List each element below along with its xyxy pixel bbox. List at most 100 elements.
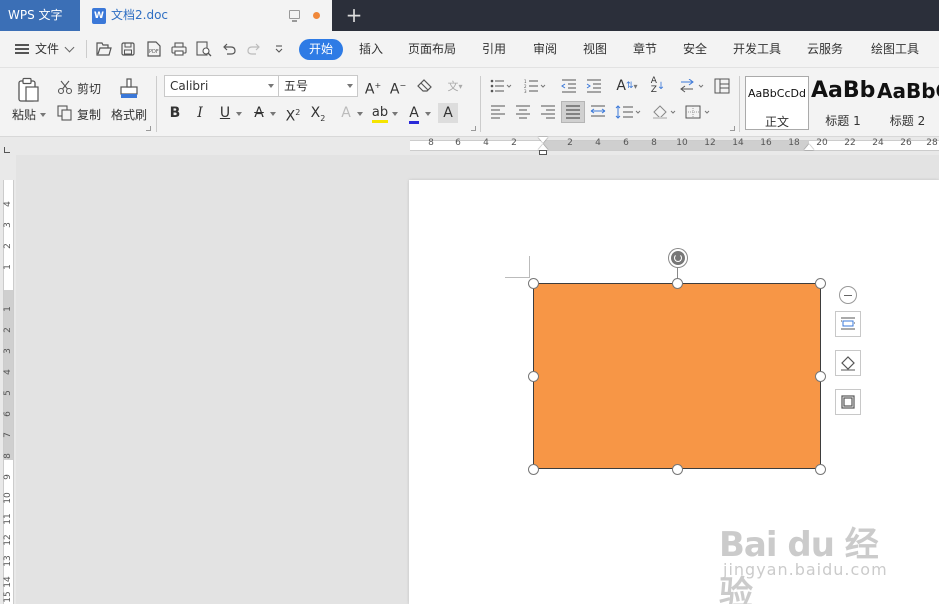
sort-icon[interactable]: A Z ↓ [650,77,666,95]
strikethrough-icon[interactable]: A [249,103,269,123]
text-effect-dropdown-icon[interactable] [357,112,363,116]
clipboard-dialog-launcher-icon[interactable] [146,126,151,131]
tab-review[interactable]: 审阅 [533,31,557,68]
tab-drawing-tools[interactable]: 绘图工具 [871,31,919,68]
numbered-list-icon[interactable]: 123 [523,78,547,94]
tab-sections[interactable]: 章节 [633,31,657,68]
format-painter-label[interactable]: 格式刷 [111,106,147,123]
svg-text:3: 3 [524,89,527,93]
subscript-icon[interactable]: X2 [308,103,328,123]
text-direction-icon[interactable]: A ⇅ ▾ [613,77,641,95]
toolbar-divider [156,76,157,132]
customize-quick-access-icon[interactable] [271,41,287,57]
paragraph-dialog-launcher-icon[interactable] [730,126,735,131]
rectangle-shape[interactable] [533,283,821,469]
increase-font-size-icon[interactable]: A+ [363,76,383,98]
superscript-icon[interactable]: X2 [283,103,303,125]
print-preview-icon[interactable] [196,41,212,57]
increase-indent-icon[interactable] [585,78,603,94]
document-tab[interactable]: W 文档2.doc [80,0,332,31]
tab-page-layout[interactable]: 页面布局 [408,31,456,68]
line-spacing-icon[interactable] [614,104,642,120]
ruler-tick: 11 [3,513,13,525]
rotate-handle-icon[interactable] [669,249,687,267]
resize-handle-left[interactable] [528,371,539,382]
tab-references[interactable]: 引用 [482,31,506,68]
character-shading-icon[interactable]: A [438,103,458,123]
resize-handle-bottom-left[interactable] [528,464,539,475]
app-name-tab[interactable]: WPS 文字 [0,0,80,31]
file-menu[interactable]: 文件 [35,31,59,68]
resize-handle-right[interactable] [815,371,826,382]
decrease-font-size-icon[interactable]: A− [388,76,408,98]
highlight-dropdown-icon[interactable] [392,112,398,116]
paste-dropdown-icon[interactable] [40,113,46,117]
font-color-dropdown-icon[interactable] [425,112,431,116]
resize-handle-bottom[interactable] [672,464,683,475]
resize-handle-top-right[interactable] [815,278,826,289]
highlight-icon[interactable]: ab [370,103,390,123]
shading-icon[interactable] [650,104,678,120]
bullet-list-icon[interactable] [489,78,513,94]
tab-developer-tools[interactable]: 开发工具 [733,31,781,68]
decrease-indent-icon[interactable] [560,78,578,94]
undo-icon[interactable] [221,41,237,57]
ruler-tick: 15 [3,591,13,603]
font-family-select[interactable]: Calibri [164,75,279,97]
underline-icon[interactable]: U [215,103,235,123]
tab-security[interactable]: 安全 [683,31,707,68]
save-icon[interactable] [120,41,136,57]
style-normal[interactable]: AaBbCcDd 正文 [745,76,809,130]
align-center-icon[interactable] [514,104,532,120]
format-painter-icon[interactable] [117,76,141,104]
resize-handle-bottom-right[interactable] [815,464,826,475]
style-normal-sample: AaBbCcDd [748,87,806,100]
show-hide-marks-icon[interactable] [678,78,706,94]
collapse-toolbar-icon[interactable] [839,286,857,304]
right-indent-marker[interactable] [804,144,814,150]
export-pdf-icon[interactable]: PDF [146,41,162,57]
font-size-select[interactable]: 五号 [278,75,358,97]
table-layout-icon[interactable] [712,77,732,95]
text-effect-icon[interactable]: A [336,103,356,123]
align-right-icon[interactable] [539,104,557,120]
font-dialog-launcher-icon[interactable] [471,126,476,131]
justify-icon[interactable] [561,101,585,123]
underline-dropdown-icon[interactable] [236,112,242,116]
strikethrough-dropdown-icon[interactable] [270,112,276,116]
tab-insert[interactable]: 插入 [359,31,383,68]
monitor-icon[interactable] [289,10,300,22]
clear-formatting-icon[interactable] [416,78,434,94]
chevron-down-icon[interactable] [64,42,75,53]
copy-icon[interactable] [57,105,73,121]
tab-start[interactable]: 开始 [299,39,343,60]
tab-stop-selector-icon[interactable] [4,147,10,153]
shape-fill-button[interactable] [835,350,861,376]
shape-outline-button[interactable] [835,389,861,415]
redo-icon[interactable] [246,41,262,57]
distributed-align-icon[interactable] [589,104,607,120]
tab-cloud-services[interactable]: 云服务 [807,31,843,68]
borders-icon[interactable] [684,104,712,120]
resize-handle-top[interactable] [672,278,683,289]
new-tab-icon[interactable]: + [344,4,364,26]
paste-button-label[interactable]: 粘贴 [12,106,36,123]
first-line-indent-marker[interactable] [538,137,548,143]
tab-view[interactable]: 视图 [583,31,607,68]
text-wrap-button[interactable] [835,311,861,337]
cut-label[interactable]: 剪切 [77,80,101,97]
italic-icon[interactable]: I [190,103,210,123]
open-folder-icon[interactable] [96,41,112,57]
bold-icon[interactable]: B [165,103,185,123]
copy-label[interactable]: 复制 [77,106,101,123]
paste-icon[interactable] [14,76,42,104]
print-icon[interactable] [171,41,187,57]
font-color-icon[interactable]: A [404,103,424,124]
align-left-icon[interactable] [489,104,507,120]
scissors-icon[interactable] [57,79,73,95]
resize-handle-top-left[interactable] [528,278,539,289]
hamburger-icon[interactable] [15,44,29,54]
style-heading-2[interactable]: AaBbC 标题 2 [876,76,939,130]
style-heading-1[interactable]: AaBb 标题 1 [811,76,875,130]
phonetic-guide-icon[interactable]: 文 ▾ [444,78,466,94]
